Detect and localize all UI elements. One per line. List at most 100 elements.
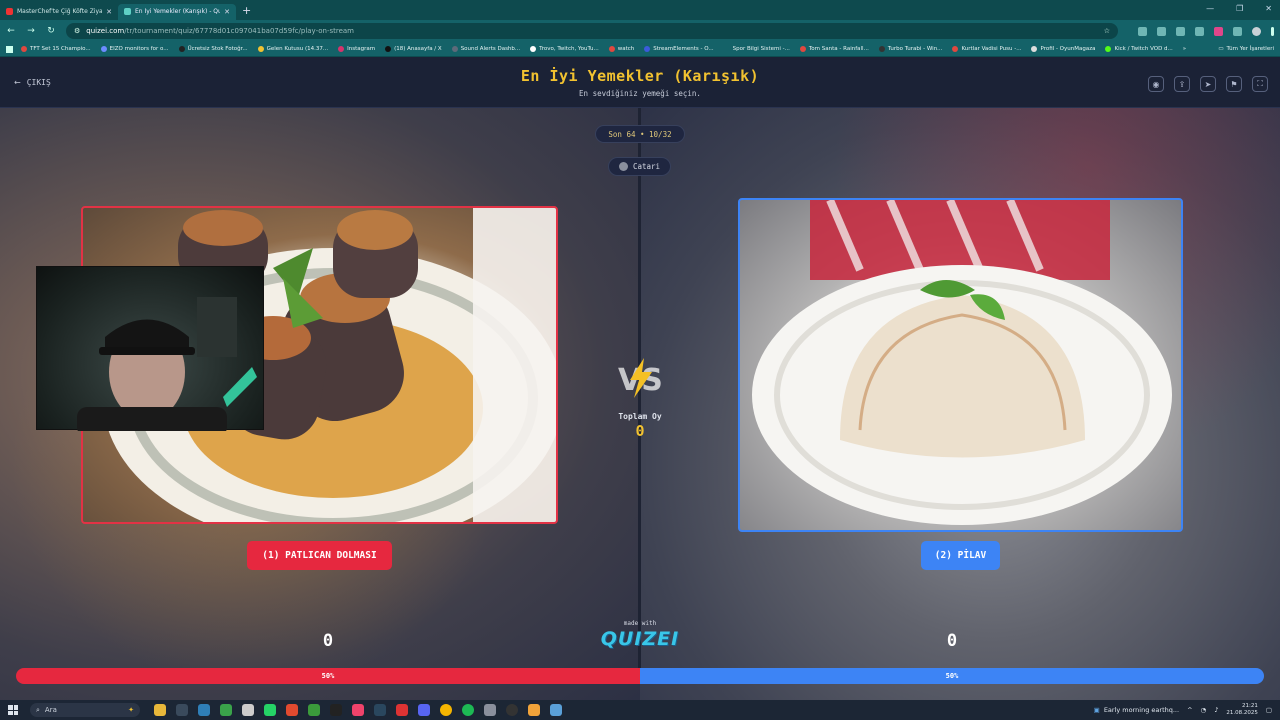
forward-icon[interactable]: → [26, 26, 36, 36]
chrome-icon[interactable] [440, 704, 452, 716]
spotify-icon[interactable] [462, 704, 474, 716]
app-icon[interactable] [528, 704, 540, 716]
bookmark-item[interactable]: Kurtlar Vadisi Pusu -... [952, 46, 1021, 52]
close-window-icon[interactable]: ✕ [1265, 4, 1272, 13]
youtube-icon [799, 46, 806, 52]
extension-icon[interactable] [1214, 26, 1223, 36]
steam-icon[interactable] [374, 704, 386, 716]
system-tray: ▣ Early morning earthq... ^ ◔ ♪ 21:21 21… [1094, 703, 1272, 717]
extensions-puzzle-icon[interactable] [1233, 26, 1242, 36]
network-icon[interactable]: ◔ [1201, 706, 1207, 714]
flag-icon[interactable]: ⚑ [1226, 76, 1242, 92]
bookmark-item[interactable]: Kick / Twitch VOD d... [1105, 46, 1173, 52]
favicon-icon [530, 46, 537, 52]
bookmark-item[interactable]: Gelen Kutusu (14.37... [257, 46, 328, 52]
bookmark-item[interactable]: Ücretsiz Stok Fotoğr... [178, 46, 248, 52]
share-icon[interactable]: ⇪ [1174, 76, 1190, 92]
extension-icons [1138, 26, 1274, 36]
discord-icon[interactable] [418, 704, 430, 716]
vote-bar-left: 50% [16, 668, 640, 684]
restore-icon[interactable]: ❐ [1236, 4, 1243, 13]
extension-icon[interactable] [1176, 26, 1185, 36]
windows-start-icon[interactable] [8, 705, 18, 715]
menu-dots-icon[interactable] [1271, 26, 1274, 36]
extension-icon[interactable] [1138, 26, 1147, 36]
fullscreen-icon[interactable]: ⛶ [1252, 76, 1268, 92]
music-icon[interactable] [352, 704, 364, 716]
kick-icon [1105, 46, 1112, 52]
new-tab-button[interactable]: + [242, 4, 251, 17]
bookmark-item[interactable]: Spor Bilgi Sistemi -... [723, 46, 790, 52]
bookmark-item[interactable]: TFT Set 15 Champio... [21, 46, 91, 52]
bookmarks-bar: TFT Set 15 Champio... EIZO monitors for … [0, 42, 1280, 57]
choice-image-right[interactable] [738, 198, 1183, 532]
app-icon[interactable] [176, 704, 188, 716]
all-bookmarks-folder[interactable]: ▭ Tüm Yer İşaretleri [1218, 46, 1274, 52]
bookmark-item[interactable]: watch [608, 46, 634, 52]
whatsapp-icon[interactable] [264, 704, 276, 716]
browser-tab-quizei[interactable]: En İyi Yemekler (Karışık) - Quizei ✕ [118, 3, 236, 20]
clock[interactable]: 21:21 21.08.2025 [1226, 703, 1258, 717]
choice-button-right[interactable]: (2) PİLAV [921, 541, 1000, 570]
eye-icon[interactable]: ◉ [1148, 76, 1164, 92]
youtube-icon [608, 46, 615, 52]
profile-avatar[interactable] [1252, 26, 1261, 36]
taskbar-apps [154, 704, 562, 716]
apps-grid-icon[interactable] [6, 45, 13, 53]
instagram-icon [338, 46, 345, 52]
news-icon: ▣ [1093, 706, 1100, 714]
notification-icon[interactable]: ▢ [1266, 706, 1272, 714]
epic-games-icon[interactable] [330, 704, 342, 716]
bookmark-item[interactable]: Turbo Turabi - Win... [878, 46, 942, 52]
url-field[interactable]: ⚙ quizei.com/tr/tournament/quiz/67778d01… [66, 23, 1118, 39]
send-icon[interactable]: ➤ [1200, 76, 1216, 92]
app-icon[interactable] [396, 704, 408, 716]
site-info-icon[interactable]: ⚙ [74, 27, 80, 35]
close-tab-icon[interactable]: ✕ [224, 8, 230, 16]
quiz-header: ← ÇIKIŞ En İyi Yemekler (Karışık) En sev… [0, 57, 1280, 108]
bookmark-item[interactable]: StreamElements - O... [644, 46, 714, 52]
app-icon[interactable] [242, 704, 254, 716]
volume-icon[interactable]: ♪ [1214, 706, 1218, 714]
file-explorer-icon[interactable] [154, 704, 166, 716]
url-path: /tr/tournament/quiz/67778d01c097041ba07d… [124, 27, 355, 35]
reload-icon[interactable]: ↻ [46, 26, 56, 36]
vote-count-left: 0 [322, 631, 334, 651]
search-icon: ⌕ [36, 705, 40, 714]
minimize-icon[interactable]: — [1206, 4, 1214, 13]
taskbar-search-box[interactable]: ⌕ Ara ✦ [30, 703, 140, 717]
app-icon[interactable] [484, 704, 496, 716]
matchup-stage: Son 64 • 10/32 Catari Toplam Oy 0 (1) PA… [0, 108, 1280, 700]
bookmark-item[interactable]: Trovo, Twitch, YouTu... [530, 46, 599, 52]
page-title: En İyi Yemekler (Karışık) [520, 67, 760, 85]
quizei-logo[interactable]: QUIZEI [590, 628, 690, 650]
windows-taskbar: ⌕ Ara ✦ ▣ Early morning earthq... ^ ◔ ♪ [0, 700, 1280, 720]
bookmark-star-icon[interactable]: ☆ [1104, 27, 1110, 35]
close-tab-icon[interactable]: ✕ [106, 8, 112, 16]
app-icon[interactable] [550, 704, 562, 716]
tray-chevron-icon[interactable]: ^ [1187, 706, 1192, 714]
bookmark-item[interactable]: (18) Anasayfa / X [385, 46, 442, 52]
favicon-icon [451, 46, 458, 52]
bookmark-item[interactable]: Sound Alerts Dashb... [451, 46, 520, 52]
bookmark-item[interactable]: Instagram [338, 46, 375, 52]
xbox-app-icon[interactable] [308, 704, 320, 716]
choice-button-left[interactable]: (1) PATLICAN DOLMASI [247, 541, 392, 570]
vote-count-right: 0 [946, 631, 958, 651]
xbox-icon[interactable] [220, 704, 232, 716]
vs-lightning-badge: VS [618, 358, 663, 398]
weather-widget[interactable]: ▣ Early morning earthq... [1094, 706, 1179, 714]
bookmark-item[interactable]: EIZO monitors for o... [100, 46, 169, 52]
obs-icon[interactable] [506, 704, 518, 716]
bookmark-item[interactable]: Profil - OyunMagaza [1031, 46, 1095, 52]
extension-icon[interactable] [1157, 26, 1166, 36]
bookmark-item[interactable]: Tom Santa - Rainfall... [799, 46, 869, 52]
favicon-icon [723, 46, 730, 52]
app-icon[interactable] [286, 704, 298, 716]
vote-percentage-bar: 50% 50% [16, 668, 1264, 684]
app-icon[interactable] [198, 704, 210, 716]
bookmarks-overflow-icon[interactable]: » [1183, 46, 1186, 52]
back-icon[interactable]: ← [6, 26, 16, 36]
browser-tab-masterchef[interactable]: MasterChef'te Çiğ Köfte Ziyafeti ✕ [0, 4, 118, 20]
extension-icon[interactable] [1195, 26, 1204, 36]
